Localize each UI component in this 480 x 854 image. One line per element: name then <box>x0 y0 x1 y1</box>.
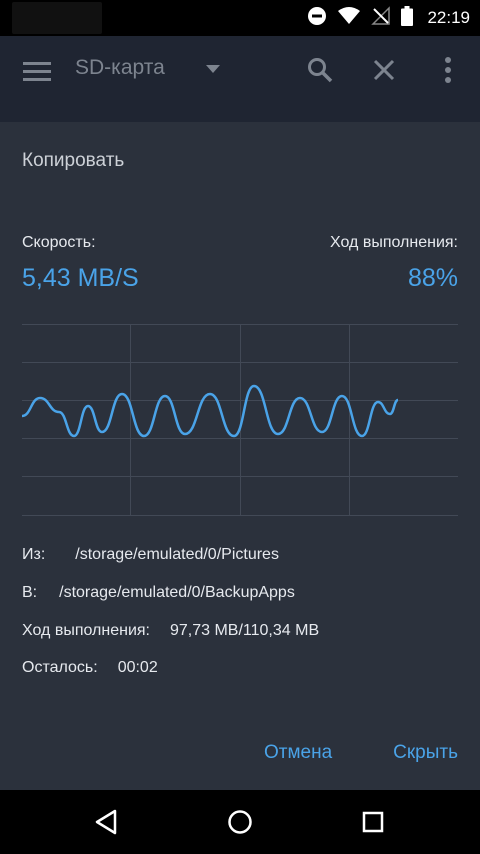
detail-value: 00:02 <box>117 659 158 676</box>
detail-label: Из: <box>22 546 46 563</box>
app-toolbar: SD-карта <box>0 36 480 122</box>
detail-source: Из: /storage/emulated/0/Pictures <box>22 546 279 564</box>
detail-remaining: Осталось: 00:02 <box>22 659 158 677</box>
home-icon[interactable] <box>222 804 258 840</box>
wifi-icon <box>337 6 361 31</box>
status-redacted-area <box>12 2 102 34</box>
speed-graph <box>22 324 458 516</box>
progress-label: Ход выполнения: <box>330 234 458 251</box>
back-icon[interactable] <box>88 804 124 840</box>
detail-destination: В: /storage/emulated/0/BackupApps <box>22 584 295 602</box>
do-not-disturb-icon <box>307 6 327 31</box>
detail-value: /storage/emulated/0/BackupApps <box>59 584 295 601</box>
navigation-bar <box>0 790 480 854</box>
battery-icon <box>401 5 414 31</box>
detail-value: /storage/emulated/0/Pictures <box>75 546 279 563</box>
hide-button[interactable]: Скрыть <box>393 742 458 764</box>
recents-icon[interactable] <box>355 804 391 840</box>
detail-progress: Ход выполнения: 97,73 MB/110,34 MB <box>22 622 319 640</box>
speed-label: Скорость: <box>22 234 96 251</box>
search-icon[interactable] <box>304 54 336 86</box>
detail-label: В: <box>22 584 38 601</box>
progress-value: 88% <box>407 264 458 292</box>
dropdown-arrow-icon[interactable] <box>204 62 222 76</box>
speed-value: 5,43 MB/S <box>22 264 139 292</box>
status-bar: 22:19 <box>0 0 480 36</box>
toolbar-title[interactable]: SD-карта <box>75 56 165 80</box>
speed-wave-line <box>22 384 399 438</box>
detail-label: Осталось: <box>22 659 98 676</box>
copy-dialog: Копировать Скорость: Ход выполнения: 5,4… <box>0 122 480 790</box>
more-vert-icon[interactable] <box>438 54 458 86</box>
detail-value: 97,73 MB/110,34 MB <box>169 622 320 639</box>
graph-grid <box>22 324 458 516</box>
detail-label: Ход выполнения: <box>22 622 150 639</box>
menu-icon[interactable] <box>20 58 54 84</box>
close-icon[interactable] <box>370 56 398 84</box>
status-time: 22:19 <box>427 8 470 27</box>
cancel-button[interactable]: Отмена <box>264 742 332 764</box>
status-icons: 22:19 <box>307 0 470 36</box>
dialog-title: Копировать <box>22 150 125 171</box>
no-signal-icon <box>371 5 391 31</box>
